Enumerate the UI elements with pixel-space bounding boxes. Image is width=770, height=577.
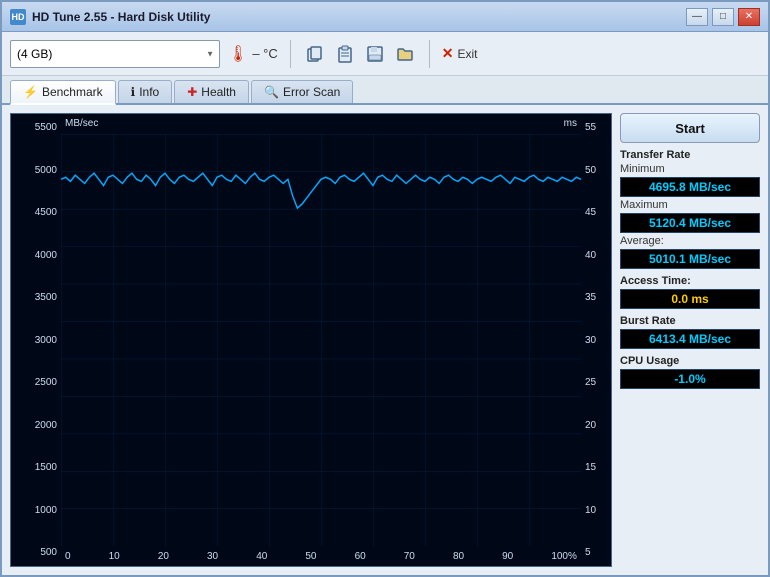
burst-rate-label: Burst Rate [620,315,760,327]
cpu-usage-value: -1.0% [620,369,760,389]
copy-icon[interactable] [303,42,327,66]
y-left-3500: 3500 [15,292,57,303]
x-20: 20 [158,551,169,562]
y-right-25: 25 [585,377,607,388]
y-right-40: 40 [585,250,607,261]
tab-bar: ⚡ Benchmark ℹ Info ✚ Health 🔍 Error Scan [2,76,768,105]
tab-health[interactable]: ✚ Health [174,80,249,103]
clipboard-icon[interactable] [333,42,357,66]
access-time-label: Access Time: [620,275,760,287]
x-100: 100% [551,551,577,562]
maximize-button[interactable]: □ [712,8,734,26]
drive-select-wrapper: (4 GB) [10,40,220,68]
y-left-3000: 3000 [15,335,57,346]
toolbar: (4 GB) 🌡 – °C [2,32,768,76]
x-70: 70 [404,551,415,562]
temperature-display: 🌡 – °C [228,44,278,64]
y-left-4000: 4000 [15,250,57,261]
thermometer-icon: 🌡 [228,44,248,64]
y-right-30: 30 [585,335,607,346]
average-label: Average: [620,235,760,247]
health-tab-label: Health [201,85,236,99]
x-50: 50 [305,551,316,562]
transfer-rate-label: Transfer Rate [620,149,760,161]
save-icon[interactable] [363,42,387,66]
cpu-usage-group: CPU Usage -1.0% [620,355,760,389]
average-value: 5010.1 MB/sec [620,249,760,269]
close-button[interactable]: ✕ [738,8,760,26]
y-left-5000: 5000 [15,165,57,176]
minimize-button[interactable]: — [686,8,708,26]
y-right-20: 20 [585,420,607,431]
transfer-rate-group: Transfer Rate Minimum 4695.8 MB/sec Maxi… [620,149,760,269]
x-60: 60 [355,551,366,562]
y-axis-left: 5500 5000 4500 4000 3500 3000 2500 2000 … [11,114,61,566]
sidebar: Start Transfer Rate Minimum 4695.8 MB/se… [620,113,760,567]
y-right-45: 45 [585,207,607,218]
benchmark-chart: MB/sec ms 5500 5000 4500 4000 3500 3000 … [10,113,612,567]
minimum-value: 4695.8 MB/sec [620,177,760,197]
info-tab-label: Info [139,85,159,99]
y-left-label: MB/sec [65,118,98,129]
title-bar: HD HD Tune 2.55 - Hard Disk Utility — □ … [2,2,768,32]
y-left-5500: 5500 [15,122,57,133]
start-button[interactable]: Start [620,113,760,143]
drive-select[interactable]: (4 GB) [10,40,220,68]
toolbar-icons [303,42,417,66]
access-time-value: 0.0 ms [620,289,760,309]
health-tab-icon: ✚ [187,85,197,99]
exit-label: Exit [457,47,477,61]
y-right-35: 35 [585,292,607,303]
y-left-2000: 2000 [15,420,57,431]
y-left-1500: 1500 [15,462,57,473]
maximum-value: 5120.4 MB/sec [620,213,760,233]
folder-icon[interactable] [393,42,417,66]
tab-error-scan[interactable]: 🔍 Error Scan [251,80,353,103]
y-right-5: 5 [585,547,607,558]
main-window: HD HD Tune 2.55 - Hard Disk Utility — □ … [0,0,770,577]
x-90: 90 [502,551,513,562]
minimum-label: Minimum [620,163,760,175]
tab-info[interactable]: ℹ Info [118,80,173,103]
x-0: 0 [65,551,71,562]
temp-value: – °C [252,46,277,61]
toolbar-separator-1 [290,40,291,68]
maximum-label: Maximum [620,199,760,211]
benchmark-tab-label: Benchmark [42,85,103,99]
info-tab-icon: ℹ [131,85,136,99]
x-30: 30 [207,551,218,562]
burst-rate-value: 6413.4 MB/sec [620,329,760,349]
y-right-15: 15 [585,462,607,473]
access-time-group: Access Time: 0.0 ms [620,275,760,309]
y-left-4500: 4500 [15,207,57,218]
error-scan-tab-icon: 🔍 [264,85,279,99]
y-left-2500: 2500 [15,377,57,388]
y-left-1000: 1000 [15,505,57,516]
x-10: 10 [109,551,120,562]
y-left-500: 500 [15,547,57,558]
content-area: MB/sec ms 5500 5000 4500 4000 3500 3000 … [2,105,768,575]
cpu-usage-label: CPU Usage [620,355,760,367]
app-icon: HD [10,9,26,25]
y-right-label: ms [564,118,577,129]
x-axis: 0 10 20 30 40 50 60 70 80 90 100% [61,546,581,566]
benchmark-tab-icon: ⚡ [23,85,38,99]
window-controls: — □ ✕ [686,8,760,26]
error-scan-tab-label: Error Scan [283,85,340,99]
x-80: 80 [453,551,464,562]
tab-benchmark[interactable]: ⚡ Benchmark [10,80,116,105]
window-title: HD Tune 2.55 - Hard Disk Utility [32,10,686,24]
y-axis-right: 55 50 45 40 35 30 25 20 15 10 5 [581,114,611,566]
exit-x-icon: ✕ [442,45,454,62]
toolbar-separator-2 [429,40,430,68]
exit-button[interactable]: ✕ Exit [442,45,478,62]
chart-svg [61,134,581,546]
x-40: 40 [256,551,267,562]
y-right-50: 50 [585,165,607,176]
burst-rate-group: Burst Rate 6413.4 MB/sec [620,315,760,349]
y-right-10: 10 [585,505,607,516]
y-right-55: 55 [585,122,607,133]
